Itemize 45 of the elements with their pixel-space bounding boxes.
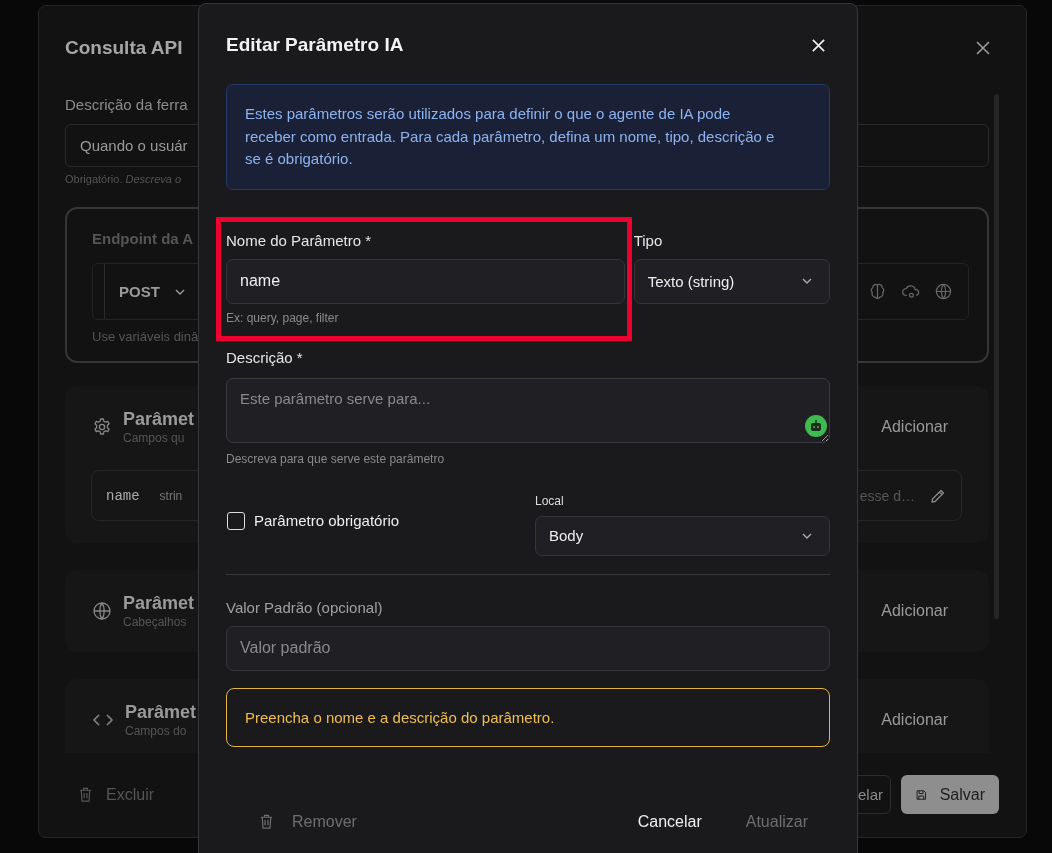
globe-icon — [92, 601, 112, 621]
close-icon[interactable] — [975, 40, 991, 56]
brain-icon[interactable] — [868, 282, 887, 301]
field-label: Valor Padrão (opcional) — [226, 597, 384, 618]
globe-icon[interactable] — [934, 282, 953, 301]
trash-icon — [77, 786, 94, 803]
dialog-title: Editar Parâmetro IA — [226, 33, 404, 57]
field-hint: Descreva para que serve este parâmetro — [226, 450, 446, 467]
section-subtitle: Cabeçalhos — [123, 614, 188, 630]
cloud-icon[interactable] — [901, 282, 920, 301]
field-label: Descrição da ferra — [65, 96, 188, 114]
input-field[interactable]: Valor padrão — [226, 625, 830, 671]
section-title: Parâmet — [123, 408, 195, 430]
section-title: Parâmet — [123, 592, 195, 614]
card-title: Endpoint da A — [92, 229, 194, 249]
trash-icon — [258, 813, 275, 830]
robot-icon[interactable] — [805, 414, 827, 437]
parameter-description: esse d… — [859, 487, 915, 504]
field-label: Descrição * — [226, 347, 304, 368]
parameter-name: name — [106, 487, 140, 504]
warning-message: Preencha o nome e a descrição do parâmetro. — [226, 687, 830, 747]
input-field[interactable]: name — [226, 258, 625, 304]
cancel-button[interactable]: Cancelar — [621, 802, 718, 841]
info-message: Estes parâmetros serão utilizados para definir o que o agente de IA pode receber como entrada. Para cada parâmetro, defina um nome, tipo, descrição e se é obrigatório. — [226, 84, 830, 190]
add-button[interactable]: Adicionar — [875, 601, 954, 621]
description-field[interactable]: Este parâmetro serve para... — [226, 377, 830, 443]
gear-icon — [92, 417, 112, 437]
location-select[interactable]: Body — [535, 515, 830, 556]
section-title: Parâmet — [125, 701, 197, 723]
field-label: Tipo — [633, 230, 664, 251]
section-subtitle: Campos qu — [123, 430, 186, 446]
field-label: Local — [535, 492, 565, 509]
save-button[interactable]: Salvar — [901, 775, 999, 814]
checkbox[interactable] — [227, 511, 245, 530]
checkbox-label: Parâmetro obrigatório — [254, 510, 400, 531]
parameter-type: strin — [159, 488, 183, 503]
field-hint: Ex: query, page, filter — [226, 309, 340, 326]
field-hint: Obrigatório. Descreva o — [65, 172, 183, 186]
dialog-title: Consulta API — [65, 37, 183, 59]
add-button[interactable]: Adicionar — [875, 710, 954, 730]
field-label: Nome do Parâmetro * — [226, 230, 373, 251]
field-hint: Use variáveis dinâ — [92, 329, 200, 344]
add-button[interactable]: Adicionar — [875, 417, 954, 437]
section-subtitle: Campos do — [125, 723, 188, 739]
type-select[interactable]: Texto (string) — [633, 258, 830, 304]
